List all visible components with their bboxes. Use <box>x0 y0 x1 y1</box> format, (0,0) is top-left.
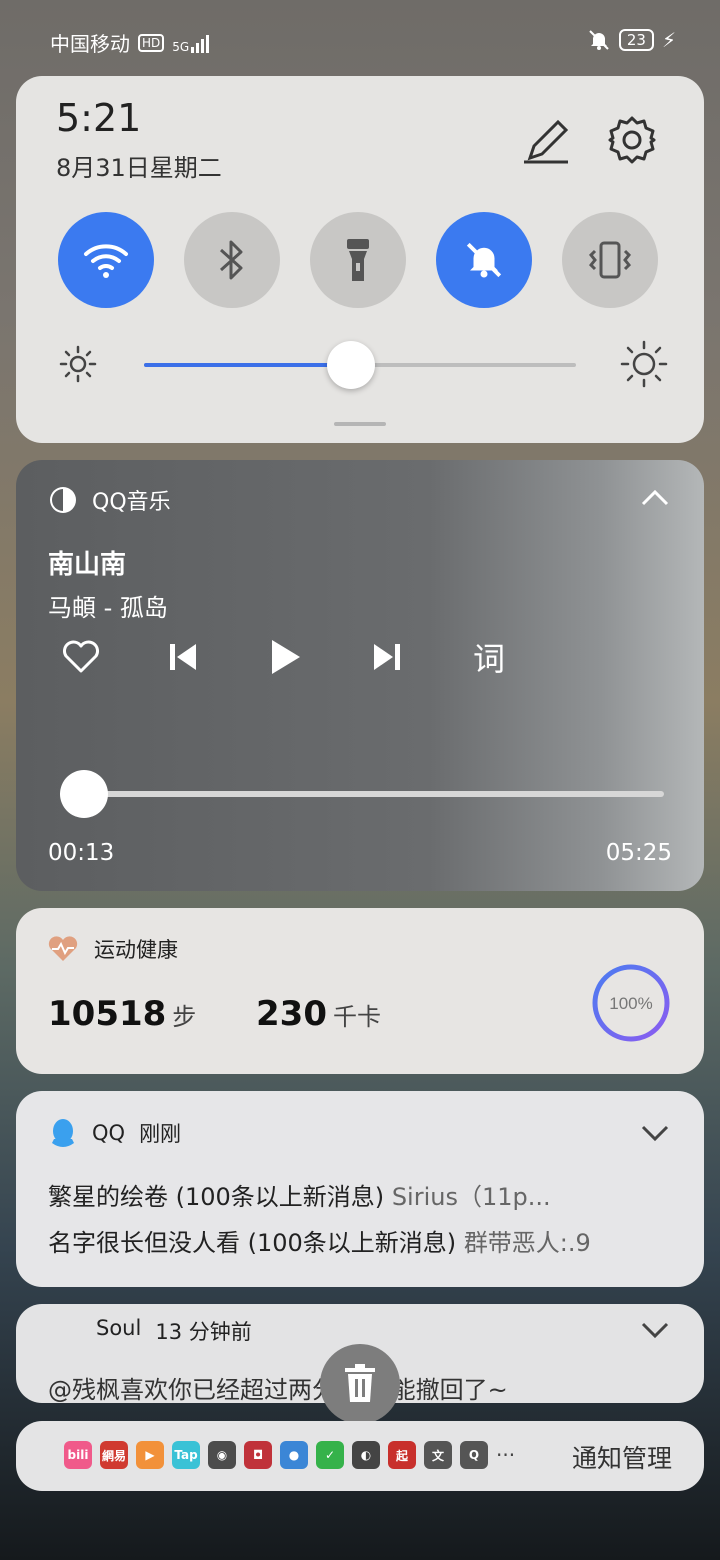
wifi-icon <box>84 244 128 278</box>
translate-icon: 文 <box>424 1441 452 1469</box>
bluetooth-toggle[interactable] <box>184 212 280 308</box>
like-button[interactable] <box>60 636 102 678</box>
flashlight-icon <box>347 239 369 281</box>
qqmusic-icon <box>50 487 76 513</box>
brightness-low-icon <box>59 345 97 383</box>
brightness-fill <box>144 363 352 367</box>
panel-expand-handle[interactable] <box>334 422 386 426</box>
previous-icon <box>170 644 196 670</box>
vibrate-toggle[interactable] <box>562 212 658 308</box>
carrier-label: 中国移动 <box>50 32 130 56</box>
song-progress-bar[interactable] <box>60 770 664 818</box>
qq-message-1[interactable]: 繁星的绘卷 (100条以上新消息) Sirius（11p... <box>48 1177 678 1212</box>
qidian-icon: 起 <box>388 1441 416 1469</box>
steps-unit: 步 <box>172 1003 197 1031</box>
qq-penguin-icon <box>52 1119 74 1147</box>
playback-controls: 词 <box>60 636 510 678</box>
qq-notification[interactable]: QQ 刚刚 繁星的绘卷 (100条以上新消息) Sirius（11p... 名字… <box>16 1091 704 1287</box>
settings-gear-icon[interactable] <box>606 114 658 166</box>
charging-icon: ⚡ <box>661 28 676 52</box>
silent-toggle[interactable] <box>436 212 532 308</box>
shield-icon: ✓ <box>316 1441 344 1469</box>
goal-ring: 100% <box>592 964 670 1042</box>
play-icon <box>272 640 300 674</box>
date-label: 8月31日星期二 <box>56 154 222 182</box>
calories-unit: 千卡 <box>332 1003 381 1031</box>
taptap-icon: Tap <box>172 1441 200 1469</box>
vibrate-icon <box>588 241 632 279</box>
wifi-toggle[interactable] <box>58 212 154 308</box>
artist-label: 马頔 - 孤岛 <box>48 594 168 622</box>
brightness-slider[interactable] <box>144 341 576 389</box>
qq-app-name: QQ <box>92 1121 126 1145</box>
flashlight-toggle[interactable] <box>310 212 406 308</box>
message-icon: ● <box>280 1441 308 1469</box>
bluetooth-icon <box>219 240 243 280</box>
trash-icon <box>345 1364 375 1402</box>
music-app-header: QQ音乐 <box>48 484 171 516</box>
music-app-name: QQ音乐 <box>92 490 171 515</box>
edit-pencil-icon[interactable] <box>520 116 572 168</box>
previous-button[interactable] <box>162 636 204 678</box>
video-icon: ▶ <box>136 1441 164 1469</box>
hd-badge: HD <box>138 33 165 52</box>
mute-bell-icon <box>466 242 502 278</box>
wechat-icon: ◉ <box>208 1441 236 1469</box>
more-apps-icon: ··· <box>496 1443 516 1467</box>
current-time: 00:13 <box>48 840 115 866</box>
health-app-name: 运动健康 <box>94 938 178 962</box>
qq-app-header: QQ 刚刚 <box>48 1117 181 1149</box>
collapse-chevron-icon[interactable] <box>640 488 670 508</box>
brightness-knob[interactable] <box>327 341 376 389</box>
health-app-header: 运动健康 <box>48 934 178 964</box>
qqmusic-icon: ◐ <box>352 1441 380 1469</box>
health-card[interactable]: 运动健康 10518 步 230 千卡 100% <box>16 908 704 1074</box>
heart-icon <box>63 640 99 673</box>
goal-percent: 100% <box>609 994 652 1013</box>
soul-app-name: Soul <box>96 1316 142 1340</box>
bilibili-icon: bili <box>64 1441 92 1469</box>
network-indicator: 5G <box>172 33 215 53</box>
lyrics-button[interactable]: 词 <box>468 636 510 678</box>
battery-level: 23 <box>618 29 654 51</box>
clock: 5:21 <box>56 96 142 140</box>
song-title: 南山南 <box>48 550 127 580</box>
next-button[interactable] <box>366 636 408 678</box>
status-bar: 中国移动 HD 5G 23 ⚡ <box>0 22 720 62</box>
total-time: 05:25 <box>605 840 672 866</box>
calories-count: 230 千卡 <box>256 994 381 1034</box>
play-button[interactable] <box>264 636 306 678</box>
soul-time: 13 分钟前 <box>155 1320 252 1344</box>
next-icon <box>374 644 400 670</box>
expand-chevron-icon[interactable] <box>640 1123 670 1143</box>
app-icon-strip: bili 網易 ▶ Tap ◉ ◘ ● ✓ ◐ 起文 Q ··· <box>64 1441 515 1469</box>
heart-pulse-icon <box>48 936 78 961</box>
brightness-high-icon <box>620 340 668 388</box>
mute-bell-icon <box>589 30 609 50</box>
notification-manage-button[interactable]: 通知管理 <box>572 1439 672 1475</box>
toggle-row <box>58 212 658 308</box>
soul-app-header: Soul 13 分钟前 <box>96 1316 252 1346</box>
expand-chevron-icon[interactable] <box>640 1320 670 1340</box>
signal-icon <box>191 34 210 53</box>
qq-time: 刚刚 <box>139 1122 182 1146</box>
quick-settings-panel: 5:21 8月31日星期二 <box>16 76 704 443</box>
netease-icon: 網易 <box>100 1441 128 1469</box>
clear-all-button[interactable] <box>320 1344 400 1424</box>
search-app-icon: Q <box>460 1441 488 1469</box>
shop-icon: ◘ <box>244 1441 272 1469</box>
music-player-card[interactable]: QQ音乐 南山南 马頔 - 孤岛 词 00:13 05:25 <box>16 460 704 891</box>
song-progress-knob[interactable] <box>60 770 109 818</box>
brightness-row <box>58 338 668 390</box>
steps-count: 10518 步 <box>48 994 197 1034</box>
notification-manage-bar: bili 網易 ▶ Tap ◉ ◘ ● ✓ ◐ 起文 Q ··· 通知管理 <box>16 1421 704 1491</box>
soul-message-preview: @残枫喜欢你已经超过两分钟 不能撤回了~ <box>48 1376 508 1403</box>
qq-message-2[interactable]: 名字很长但没人看 (100条以上新消息) 群带恶人:.9 <box>48 1223 678 1258</box>
